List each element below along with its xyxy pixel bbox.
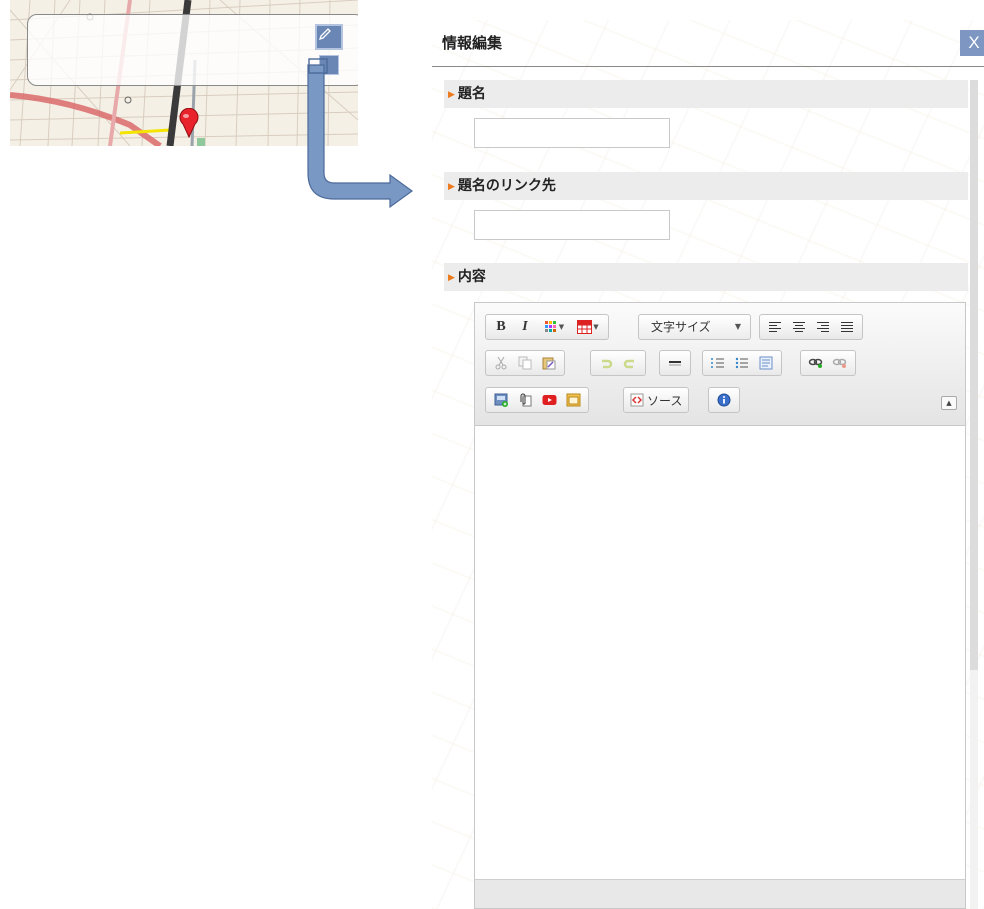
redo-icon	[623, 356, 637, 370]
youtube-icon	[542, 394, 557, 406]
collapse-toolbar-button[interactable]: ▲	[941, 396, 957, 410]
align-left-button[interactable]	[763, 316, 787, 338]
hr-group	[659, 350, 691, 376]
text-color-button[interactable]: ▼	[537, 316, 571, 338]
horizontal-rule-icon	[668, 358, 682, 368]
editor-content-area[interactable]	[475, 426, 965, 880]
align-center-button[interactable]	[787, 316, 811, 338]
image-icon	[494, 393, 509, 407]
about-group	[708, 387, 740, 413]
clipboard-group	[485, 350, 565, 376]
copy-icon	[518, 356, 532, 370]
numbered-list-icon	[711, 356, 725, 370]
table-icon	[577, 320, 593, 334]
align-left-icon	[768, 321, 782, 333]
align-justify-icon	[840, 321, 854, 333]
blockquote-icon	[759, 356, 773, 370]
source-button[interactable]: ソース	[627, 389, 685, 411]
source-icon	[630, 393, 644, 407]
section-label-title: 題名	[457, 86, 486, 102]
youtube-button[interactable]	[537, 389, 561, 411]
title-input[interactable]	[474, 118, 670, 148]
source-button-label: ソース	[647, 393, 683, 408]
bulleted-list-button[interactable]	[730, 352, 754, 374]
italic-icon: I	[522, 319, 528, 334]
numbered-list-button[interactable]	[706, 352, 730, 374]
triangle-marker-icon: ▶	[448, 90, 455, 100]
image-button[interactable]	[489, 389, 513, 411]
horizontal-rule-button[interactable]	[663, 352, 687, 374]
title-divider	[432, 66, 984, 67]
section-label-link: 題名のリンク先	[457, 178, 556, 194]
undo-button[interactable]	[594, 352, 618, 374]
font-size-label: 文字サイズ	[651, 320, 711, 334]
rich-text-editor: B I ▼ ▼ 文字サイズ ▼ ソース ▲	[474, 302, 966, 909]
source-group: ソース	[623, 387, 690, 413]
link-button[interactable]	[804, 352, 828, 374]
info-edit-panel: 情報編集 X ▶ 題名 ▶ 題名のリンク先 ▶ 内容 B I ▼ ▼ 文字サイズ…	[432, 20, 984, 909]
align-right-button[interactable]	[811, 316, 835, 338]
font-size-dropdown[interactable]: 文字サイズ ▼	[638, 314, 751, 340]
alignment-group	[759, 314, 863, 340]
bulleted-list-icon	[735, 356, 749, 370]
cut-icon	[494, 356, 508, 370]
callout-arrow	[307, 58, 414, 209]
text-color-icon	[544, 320, 558, 334]
close-button[interactable]: X	[960, 30, 984, 56]
cut-button[interactable]	[489, 352, 513, 374]
chevron-down-icon: ▼	[558, 323, 565, 331]
link-input[interactable]	[474, 210, 670, 240]
section-header-content: ▶ 内容	[444, 263, 968, 291]
about-icon	[717, 393, 731, 407]
redo-button[interactable]	[618, 352, 642, 374]
align-justify-button[interactable]	[835, 316, 859, 338]
triangle-marker-icon: ▶	[448, 273, 455, 283]
triangle-marker-icon: ▶	[448, 182, 455, 192]
chevron-down-icon: ▼	[593, 323, 599, 331]
chevron-down-icon: ▼	[734, 322, 741, 331]
editor-toolbar: B I ▼ ▼ 文字サイズ ▼ ソース ▲	[475, 303, 965, 426]
bold-icon: B	[496, 319, 506, 334]
edit-pencil-button[interactable]	[315, 24, 343, 50]
panel-title: 情報編集	[442, 34, 503, 52]
format-group: B I ▼ ▼	[485, 314, 609, 340]
editor-footer	[475, 879, 965, 908]
attach-file-button[interactable]	[513, 389, 537, 411]
copy-button[interactable]	[513, 352, 537, 374]
iframe-icon	[566, 393, 581, 407]
paste-icon	[542, 356, 556, 370]
attach-file-icon	[518, 393, 532, 407]
blockquote-button[interactable]	[754, 352, 778, 374]
section-label-content: 内容	[457, 269, 486, 285]
align-center-icon	[792, 321, 806, 333]
section-header-title: ▶ 題名	[444, 80, 968, 108]
about-button[interactable]	[712, 389, 736, 411]
italic-button[interactable]: I	[513, 316, 537, 338]
undo-icon	[599, 356, 613, 370]
bold-button[interactable]: B	[489, 316, 513, 338]
section-header-link: ▶ 題名のリンク先	[444, 172, 968, 200]
list-group	[702, 350, 782, 376]
scrollbar-thumb[interactable]	[970, 80, 978, 670]
chevron-up-icon: ▲	[946, 399, 952, 407]
link-group	[800, 350, 856, 376]
link-icon	[808, 357, 824, 369]
paste-button[interactable]	[537, 352, 561, 374]
iframe-button[interactable]	[561, 389, 585, 411]
align-right-icon	[816, 321, 830, 333]
unlink-icon	[832, 357, 848, 369]
insert-group	[485, 387, 589, 413]
history-group	[590, 350, 646, 376]
unlink-button[interactable]	[828, 352, 852, 374]
table-button[interactable]: ▼	[571, 316, 605, 338]
